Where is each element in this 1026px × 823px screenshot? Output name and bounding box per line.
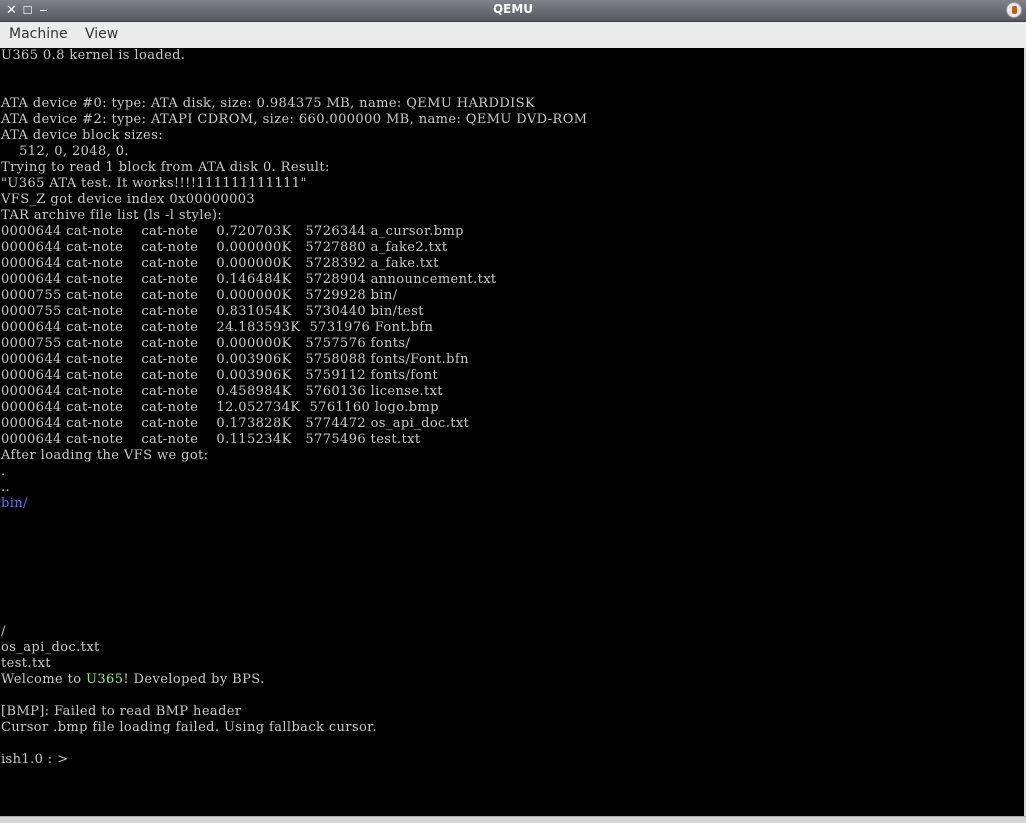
tar-entry: 0000644 cat-note cat-note 0.720703K 5726… <box>1 224 464 239</box>
welcome-suffix: ! Developed by BPS. <box>123 672 265 687</box>
tar-entry: 0000755 cat-note cat-note 0.000000K 5757… <box>1 336 411 351</box>
tar-entry: 0000644 cat-note cat-note 0.458984K 5760… <box>1 384 443 399</box>
tar-entry: 0000755 cat-note cat-note 0.831054K 5730… <box>1 304 424 319</box>
read-attempt: Trying to read 1 block from ATA disk 0. … <box>1 160 330 175</box>
block-sizes-values: 512, 0, 2048, 0. <box>1 144 129 159</box>
os-name: U365 <box>86 672 124 687</box>
ata-device-2: ATA device #2: type: ATAPI CDROM, size: … <box>1 112 588 127</box>
vfs-entry-slash: / <box>1 624 6 639</box>
cursor-error: Cursor .bmp file loading failed. Using f… <box>1 720 377 735</box>
vfs-device-index: VFS_Z got device index 0x00000003 <box>1 192 256 207</box>
welcome-prefix: Welcome to <box>1 672 86 687</box>
bmp-error: [BMP]: Failed to read BMP header <box>1 704 242 719</box>
window-title: QEMU <box>492 2 534 16</box>
tar-entry: 0000644 cat-note cat-note 0.003906K 5759… <box>1 368 439 383</box>
tar-entry: 0000644 cat-note cat-note 12.052734K 576… <box>1 400 439 415</box>
vfs-entry-os-api: os_api_doc.txt <box>1 640 100 655</box>
menubar: Machine View <box>0 22 1026 49</box>
tar-entry: 0000644 cat-note cat-note 0.000000K 5728… <box>1 256 439 271</box>
welcome-message: Welcome to U365! Developed by BPS. <box>1 672 265 688</box>
ata-device-0: ATA device #0: type: ATA disk, size: 0.9… <box>1 96 536 111</box>
vfs-entry-bin: bin/ <box>1 496 28 511</box>
vfs-summary: After loading the VFS we got: <box>1 448 209 463</box>
tar-entry: 0000644 cat-note cat-note 24.183593K 573… <box>1 320 434 335</box>
menu-view[interactable]: View <box>85 26 118 42</box>
qemu-logo-icon <box>1006 2 1022 18</box>
vfs-entry-dotdot: .. <box>1 480 11 495</box>
tar-entry: 0000644 cat-note cat-note 0.146484K 5728… <box>1 272 497 287</box>
read-result: "U365 ATA test. It works!!!!111111111111… <box>1 176 307 191</box>
vfs-entry-test: test.txt <box>1 656 51 671</box>
tar-entry: 0000644 cat-note cat-note 0.173828K 5774… <box>1 416 470 431</box>
vfs-entry-dot: . <box>1 464 6 479</box>
tar-entry: 0000755 cat-note cat-note 0.000000K 5729… <box>1 288 398 303</box>
tar-list-header: TAR archive file list (ls -l style): <box>1 208 223 223</box>
tar-entry: 0000644 cat-note cat-note 0.115234K 5775… <box>1 432 421 447</box>
menu-machine[interactable]: Machine <box>9 26 68 42</box>
shell-prompt[interactable]: ish1.0 : > <box>1 752 68 768</box>
tar-entry: 0000644 cat-note cat-note 0.003906K 5758… <box>1 352 469 367</box>
tar-entry: 0000644 cat-note cat-note 0.000000K 5727… <box>1 240 448 255</box>
block-sizes-label: ATA device block sizes: <box>1 128 164 143</box>
boot-message: U365 0.8 kernel is loaded. <box>1 48 186 63</box>
vm-display[interactable]: U365 0.8 kernel is loaded. ATA device #0… <box>0 48 1024 816</box>
window-titlebar: ✕ ☐ ‒ QEMU <box>0 0 1026 22</box>
